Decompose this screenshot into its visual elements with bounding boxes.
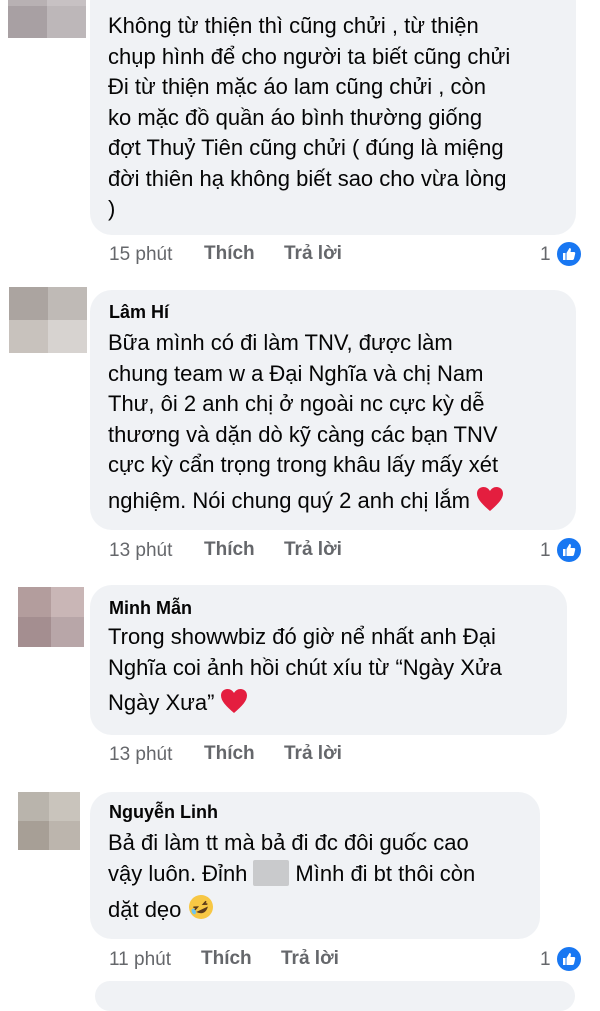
reply-link[interactable]: Trả lời: [284, 539, 342, 561]
reaction-count[interactable]: 1: [540, 244, 551, 266]
comment-text: Bữa mình có đi làm TNV, được làm chung t…: [108, 328, 504, 520]
comment-time[interactable]: 13 phút: [109, 744, 172, 766]
reply-link[interactable]: Trả lời: [284, 243, 342, 265]
comment-text: Trong showwbiz đó giờ nể nhất anh Đại Ng…: [108, 622, 502, 723]
thumbs-up-icon[interactable]: [555, 945, 583, 973]
comment-author[interactable]: Minh Mẫn: [109, 598, 192, 619]
comment-time[interactable]: 15 phút: [109, 244, 172, 266]
comment-time[interactable]: 13 phút: [109, 540, 172, 562]
heart-emoji-icon: [220, 688, 248, 723]
comment-author[interactable]: Nguyễn Linh: [109, 802, 218, 823]
heart-emoji-icon: [476, 486, 504, 521]
like-link[interactable]: Thích: [201, 948, 252, 970]
comment-author[interactable]: Lâm Hí: [109, 302, 169, 323]
like-link[interactable]: Thích: [204, 243, 255, 265]
redacted-word: [253, 859, 290, 886]
comment-text: Không từ thiện thì cũng chửi , từ thiện …: [108, 13, 511, 221]
rofl-emoji-icon: [187, 893, 215, 930]
like-link[interactable]: Thích: [204, 539, 255, 561]
comment-text: Bả đi làm tt mà bả đi đc đôi guốc cao vậ…: [108, 828, 475, 930]
reaction-count[interactable]: 1: [540, 949, 551, 971]
like-link[interactable]: Thích: [204, 743, 255, 765]
reaction-count[interactable]: 1: [540, 540, 551, 562]
reply-link[interactable]: Trả lời: [281, 948, 339, 970]
reply-link[interactable]: Trả lời: [284, 743, 342, 765]
comment-time[interactable]: 11 phút: [109, 949, 171, 971]
thumbs-up-icon[interactable]: [555, 240, 583, 268]
avatar[interactable]: [8, 0, 86, 38]
avatar[interactable]: [18, 792, 80, 850]
avatar[interactable]: [9, 287, 87, 353]
avatar[interactable]: [18, 587, 84, 647]
thumbs-up-icon[interactable]: [555, 536, 583, 564]
